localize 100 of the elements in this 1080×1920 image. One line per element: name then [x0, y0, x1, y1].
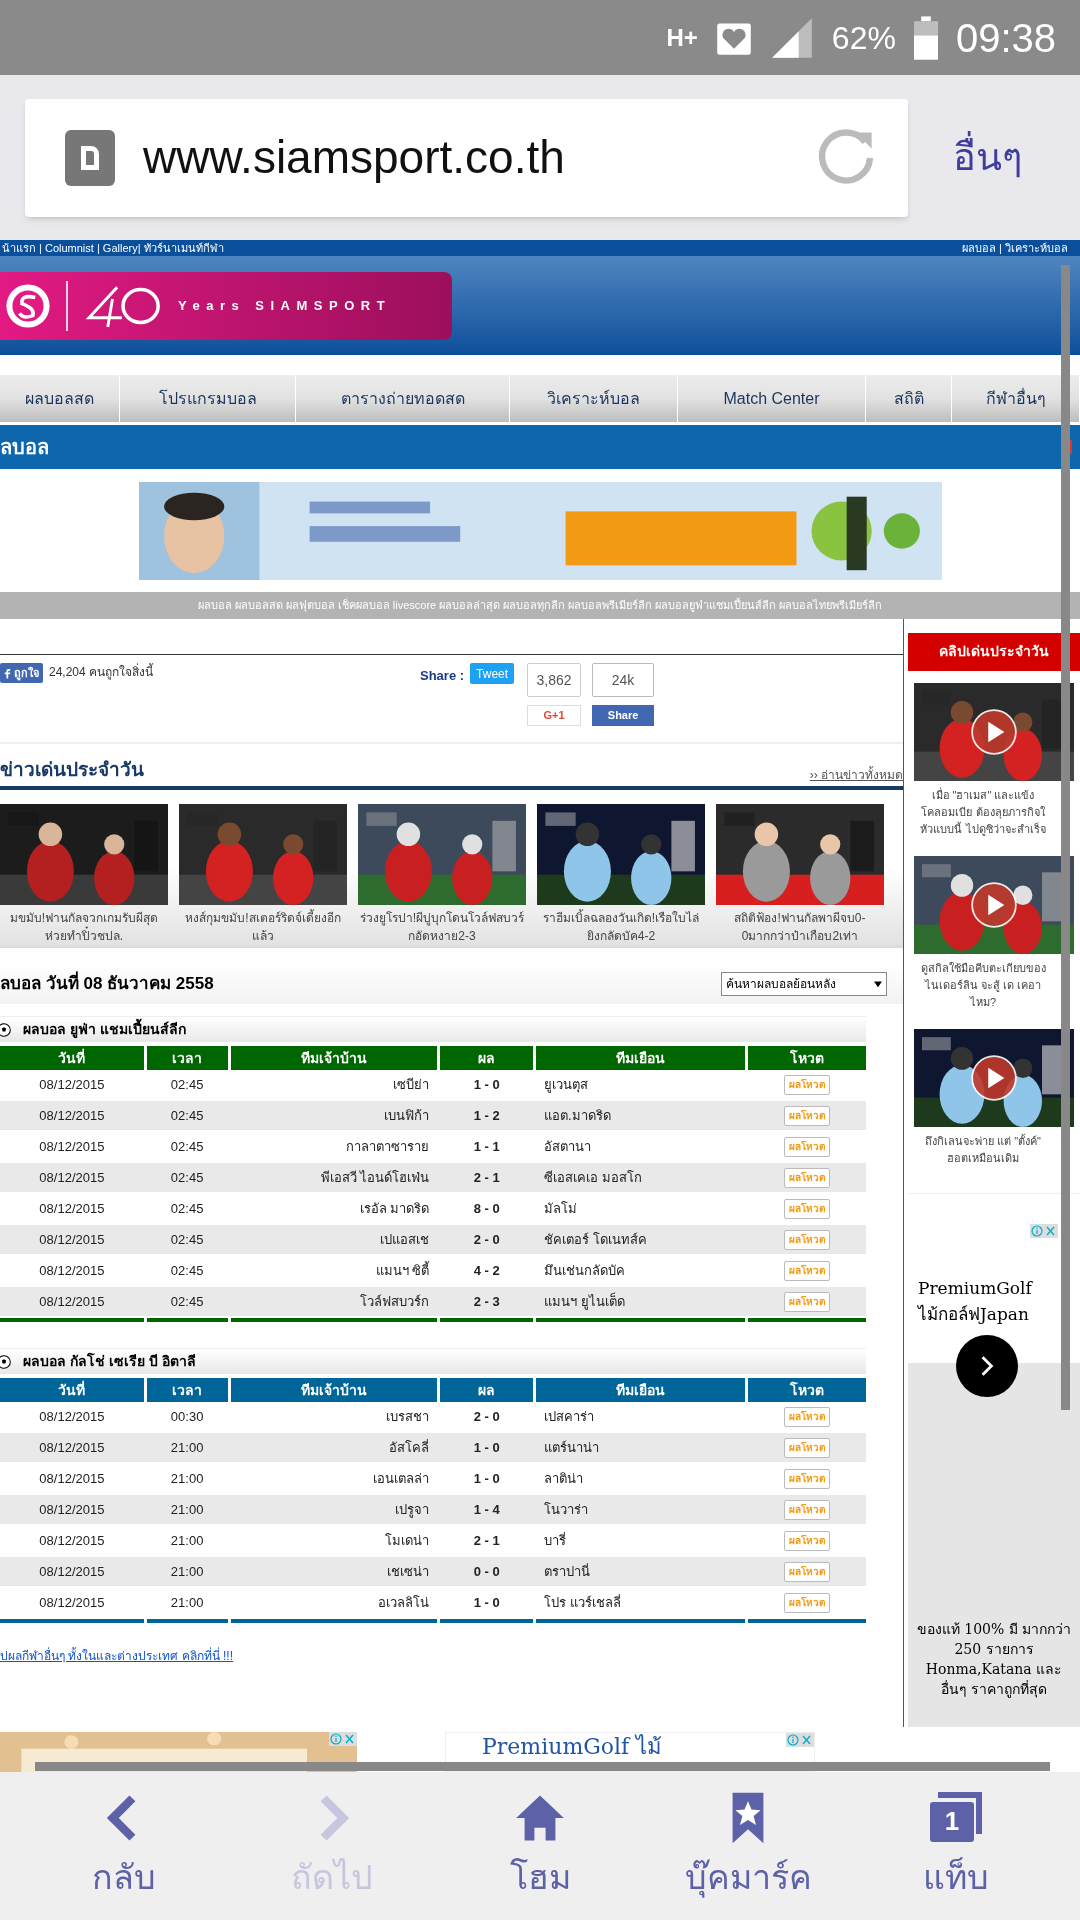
logo-emblem-icon [4, 281, 52, 330]
dropdown-arrow-icon [874, 980, 882, 988]
share-count: 3,862 [527, 663, 582, 697]
column-header: เวลา [146, 1046, 228, 1070]
nav-tab[interactable]: โปรแกรมบอล [120, 375, 296, 422]
clip-caption[interactable]: ถึงกิเลนจะพ่าย แต่ "ตั้งค์" ฮอตเหมือนเดิม [910, 1133, 1056, 1168]
table-cell-text: ซีเอสเคเอ มอสโก [543, 1168, 643, 1187]
table-cell-text: 08/12/2015 [38, 1168, 106, 1187]
table-cell-text: 08/12/2015 [38, 1407, 106, 1426]
nav-tab[interactable]: Match Center [678, 375, 866, 422]
table-cell-text: 2 - 3 [472, 1292, 501, 1311]
news-caption[interactable]: ราฮีมเบิ้ลฉลองวันเกิด!เรือใบไล่ยิงกลัดบัค4-2 [537, 909, 705, 945]
table-cell-text: 08/12/2015 [38, 1199, 106, 1218]
table-cell-text: 02:45 [169, 1137, 205, 1156]
nav-tab[interactable]: กีฬาอื่นๆ [952, 375, 1080, 422]
table-cell-text: 8 - 0 [472, 1199, 501, 1218]
table-cell-text: แอต.มาดริด [543, 1106, 612, 1125]
like-button[interactable]: ถูกใจ [0, 663, 43, 683]
column-header: ผล [440, 1378, 533, 1402]
toolbar-button[interactable]: 1 แท็บ [871, 1789, 1041, 1903]
toolbar-button[interactable]: กลับ [39, 1789, 209, 1903]
results-title: ลบอล วันที่ 08 ธันวาคม 2558 [0, 971, 214, 997]
table-cell-text: 08/12/2015 [38, 1230, 106, 1249]
table-cell-text: 4 - 2 [472, 1261, 501, 1280]
play-icon[interactable] [971, 708, 1017, 755]
table-cell-text: 1 - 0 [472, 1469, 501, 1488]
table-cell-text: 08/12/2015 [38, 1593, 106, 1612]
site-logo[interactable]: Years SIAMSPORT [0, 271, 452, 340]
table-cell-text: มัลโม่ [543, 1199, 578, 1218]
table-cell-text: 02:45 [169, 1230, 205, 1249]
table-cell-text: 1 - 0 [472, 1075, 501, 1094]
ad-subtitle: ไม้กอล์ฟJapan [916, 1302, 1030, 1326]
nav-tab[interactable]: วิเคราะห์บอล [510, 375, 678, 422]
table-cell-text: 1 - 1 [472, 1137, 501, 1156]
network-type: H+ [666, 25, 698, 50]
news-caption[interactable]: ร่วงยูโรปา!ผีบู่บุกโดนโวล์ฟสบวร์กอัดหงาย2-3 [358, 909, 526, 945]
column-header: วันที่ [0, 1378, 144, 1402]
facebook-share-button[interactable]: Share [592, 705, 655, 726]
toolbar-button[interactable]: บุ๊คมาร์ค [663, 1789, 833, 1903]
battery-icon [913, 15, 938, 60]
table-cell-text: 21:00 [169, 1500, 205, 1519]
clip-caption[interactable]: ดูสกิลใช้มือคีบตะเกียบของ ไนเดอร์ลิน จะสู้ เด เคอา ไหม? [910, 959, 1056, 1011]
table-cell-text: 0 - 0 [472, 1562, 501, 1581]
clock: 09:38 [955, 14, 1056, 62]
news-caption[interactable]: มขมับ!ฟานกัลจวกเกมรับผีสุดห่วยทำปิ๋วชปล. [0, 909, 168, 945]
history-select[interactable]: ค้นหาผลบอลย้อนหลัง [721, 972, 887, 996]
table-cell-text: 02:45 [169, 1168, 205, 1187]
column-header: โหวต [747, 1046, 866, 1070]
gplus-button[interactable]: G+1 [527, 705, 582, 726]
more-sports-link[interactable]: ปผลกีฬาอื่นๆ ทั้งในและต่างประเทศ คลิกที่นี่ !!! [0, 1647, 903, 1665]
table-cell-text: อเวลลิโน่ [377, 1593, 431, 1612]
table-cell-text: โนวาร่า [543, 1500, 589, 1519]
table-cell-text: อัสตานา [543, 1137, 592, 1156]
table-cell-text: เอนเตลล่า [372, 1469, 431, 1488]
scrollbar[interactable] [1061, 265, 1070, 1410]
ad-title: PremiumGolf [917, 1277, 1034, 1301]
column-header: ทีมเยือน [536, 1378, 745, 1402]
ad-info-icon[interactable] [1030, 1224, 1058, 1239]
scrollbar[interactable] [35, 1762, 1050, 1771]
like-count: 24,204 คนถูกใจสิ่งนี้ [49, 663, 154, 681]
sidebar-header: คลิปเด่นประจำวัน [908, 633, 1080, 671]
play-icon[interactable] [971, 1055, 1017, 1102]
ad-info-icon[interactable] [329, 1732, 357, 1746]
section-title: ผลบอล ยูฟ่า แชมเปี้ยนส์ลีก [23, 1019, 186, 1040]
table-cell-text: 08/12/2015 [38, 1075, 106, 1094]
column-header: เวลา [146, 1378, 228, 1402]
table-cell-text: 08/12/2015 [38, 1562, 106, 1581]
table-cell-text: 21:00 [169, 1562, 205, 1581]
table-cell-text: 08/12/2015 [38, 1500, 106, 1519]
facebook-icon [4, 667, 11, 679]
reader-icon [65, 129, 115, 186]
nav-tab[interactable]: ตารางถ่ายทอดสด [296, 375, 510, 422]
news-caption[interactable]: สถิติฟ้อง!ฟานกัลพาผีจบ0-0มากกว่าป๋าเกือบ2เท่า [716, 909, 884, 945]
table-cell-text: 08/12/2015 [38, 1469, 106, 1488]
more-menu[interactable]: อื่นๆ [953, 129, 1022, 186]
table-cell-text: 02:45 [169, 1292, 205, 1311]
clip-caption[interactable]: เมื่อ "ฮาเมส" และแข้ง โคลอมเบีย ต้องลุยภารกิจใ หัวแบบนี้ ไปดูซิว่าจะสำเร็จ [910, 786, 1056, 838]
table-cell-text: 00:30 [169, 1407, 205, 1426]
play-icon[interactable] [971, 881, 1017, 928]
table-cell-text: 08/12/2015 [38, 1531, 106, 1550]
read-all-link[interactable]: ›› อ่านข่าวทั้งหมด [809, 766, 903, 784]
top-links[interactable]: ผลบอล | วิเคราะห์บอล [962, 239, 1068, 257]
ad-card[interactable]: PremiumGolf ไม้กอล์ฟJapan ของแท้ 100% มี มากกว่า 250 รายการ Honma,Katana และ อื่นๆ ราคาถูกที่สุด [908, 1222, 1080, 1727]
toolbar-button[interactable]: โฮม [455, 1789, 625, 1903]
battery-percent: 62% [831, 18, 896, 58]
nav-tab[interactable]: ผลบอลสด [0, 375, 120, 422]
table-cell-text: 1 - 0 [472, 1593, 501, 1612]
table-cell-text: พีเอสวี ไอนด์โฮเฟ่น [319, 1168, 431, 1187]
table-cell-text: แมนฯ ยูไนเต็ด [543, 1291, 626, 1312]
table-cell-text: ยูเวนตุส [543, 1075, 589, 1095]
ad-info-icon[interactable] [786, 1733, 814, 1747]
news-caption[interactable]: หงส์กุมขมับ!สเตอร์ริดจ์เดี้ยงอีกแล้ว [179, 909, 347, 945]
top-links[interactable]: น้าแรก | Columnist | Gallery| ทัวร์นาเมนท์กีฬา [2, 239, 224, 257]
table-cell-text: เปรูจา [394, 1500, 431, 1520]
table-cell-text: กาลาตาซาราย [345, 1137, 431, 1156]
url-text: www.siamsport.co.th [143, 130, 566, 185]
nav-tab[interactable]: สถิติ [866, 375, 952, 422]
table-cell-text: เชเซน่า [386, 1562, 431, 1581]
table-cell-text: 02:45 [169, 1106, 205, 1125]
address-field[interactable]: www.siamsport.co.th [25, 98, 908, 217]
